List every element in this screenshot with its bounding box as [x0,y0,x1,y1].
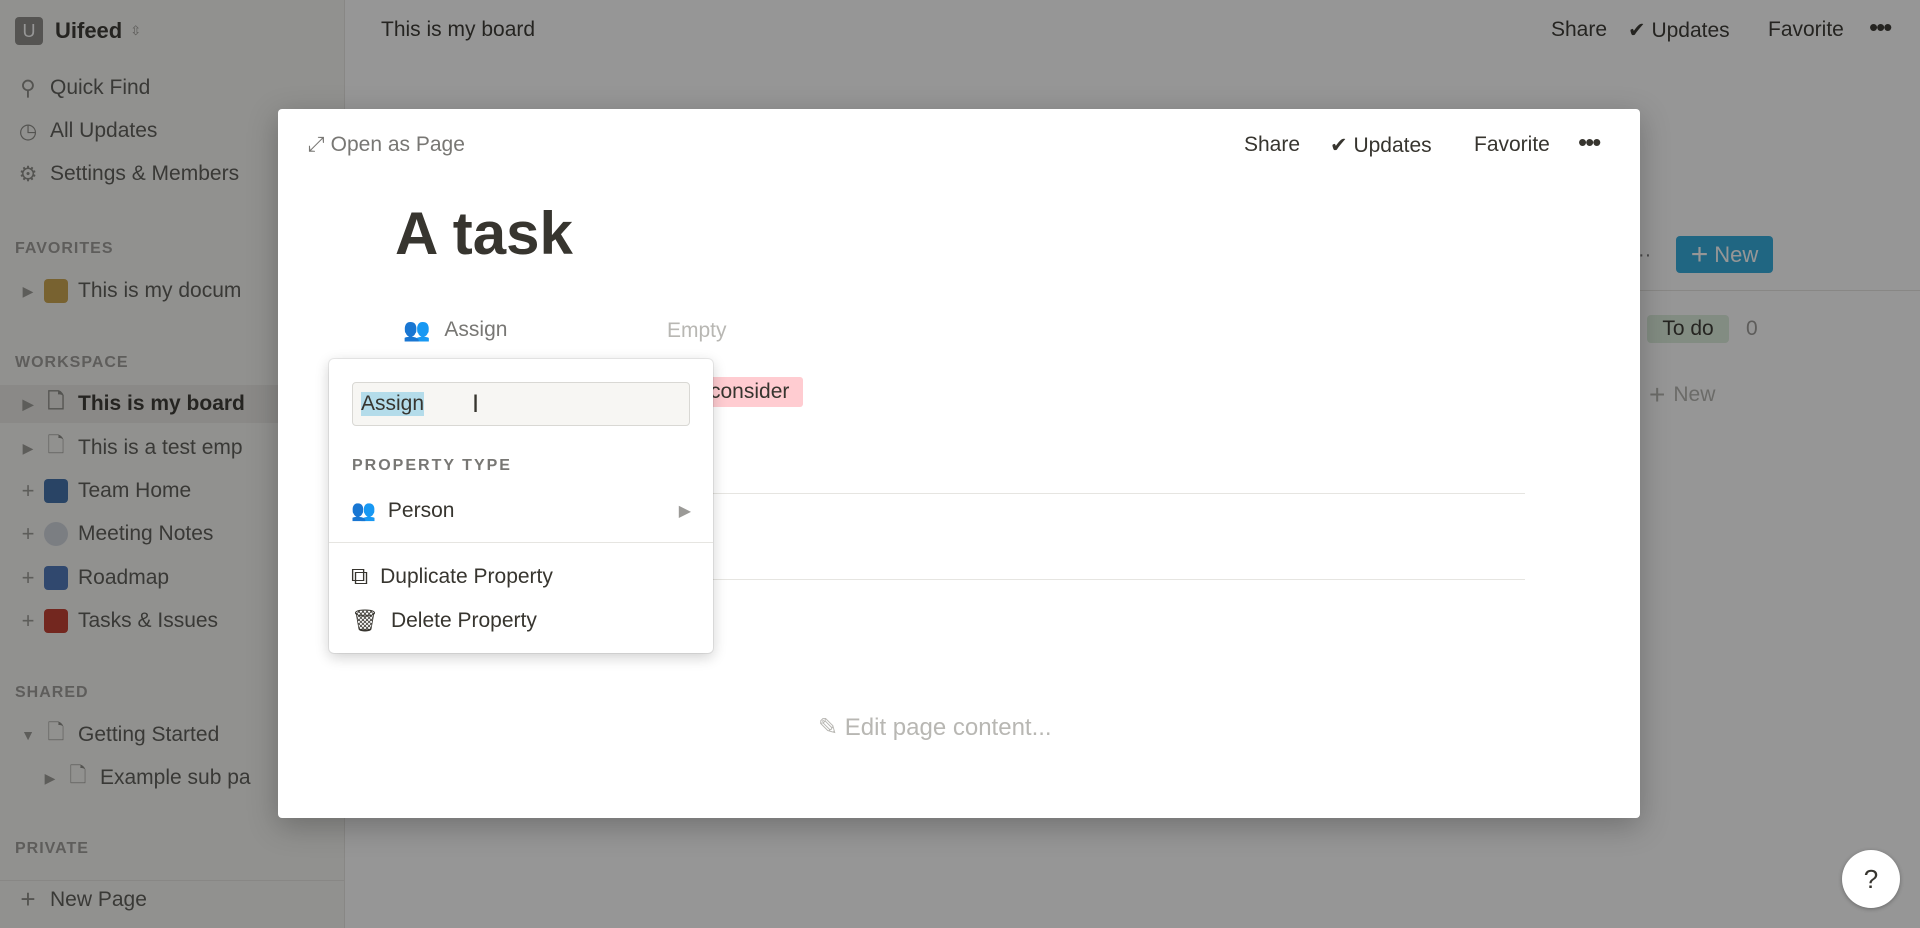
property-menu: Assign Ⅰ PROPERTY TYPE 👥 Person ▶ ⧉ Dupli… [329,359,713,653]
property-row-assign[interactable]: 👥 Assign [403,317,507,343]
label: Delete Property [390,609,537,632]
property-value[interactable]: Empty [667,319,727,343]
page-title[interactable]: A task [395,199,573,268]
section-heading: PROPERTY TYPE [352,457,512,474]
property-label: Assign [444,318,508,341]
modal-updates-button[interactable]: ✔ Updates [1330,133,1432,158]
check-icon: ✔ [1330,134,1354,157]
modal-share-button[interactable]: Share [1244,133,1300,157]
divider [329,542,713,543]
modal-more-icon[interactable]: ••• [1578,127,1601,158]
duplicate-icon: ⧉ [351,563,369,590]
expand-arrow-icon: ⤢ [308,133,331,156]
chevron-right-icon: ▶ [678,502,691,520]
person-icon: 👥 [351,500,376,522]
pencil-icon: ✎ [818,714,845,741]
label: Open as Page [330,133,465,156]
property-type-person[interactable]: 👥 Person ▶ [351,498,691,523]
label: Updates [1353,134,1432,157]
label: Edit page content... [844,714,1052,741]
text-cursor-icon: Ⅰ [472,390,480,418]
person-icon: 👥 [403,317,431,342]
label: Duplicate Property [380,565,553,588]
label: Person [387,498,455,522]
modal-favorite-button[interactable]: Favorite [1474,133,1550,157]
help-button[interactable]: ? [1842,850,1900,908]
delete-property-button[interactable]: 🗑 Delete Property [351,608,537,634]
open-as-page-button[interactable]: ⤢ Open as Page [308,133,465,157]
edit-page-content[interactable]: ✎ Edit page content... [818,713,1052,742]
input-value: Assign [361,392,425,416]
trash-icon: 🗑 [351,608,379,633]
property-name-input[interactable]: Assign Ⅰ [352,382,690,426]
duplicate-property-button[interactable]: ⧉ Duplicate Property [351,563,553,591]
